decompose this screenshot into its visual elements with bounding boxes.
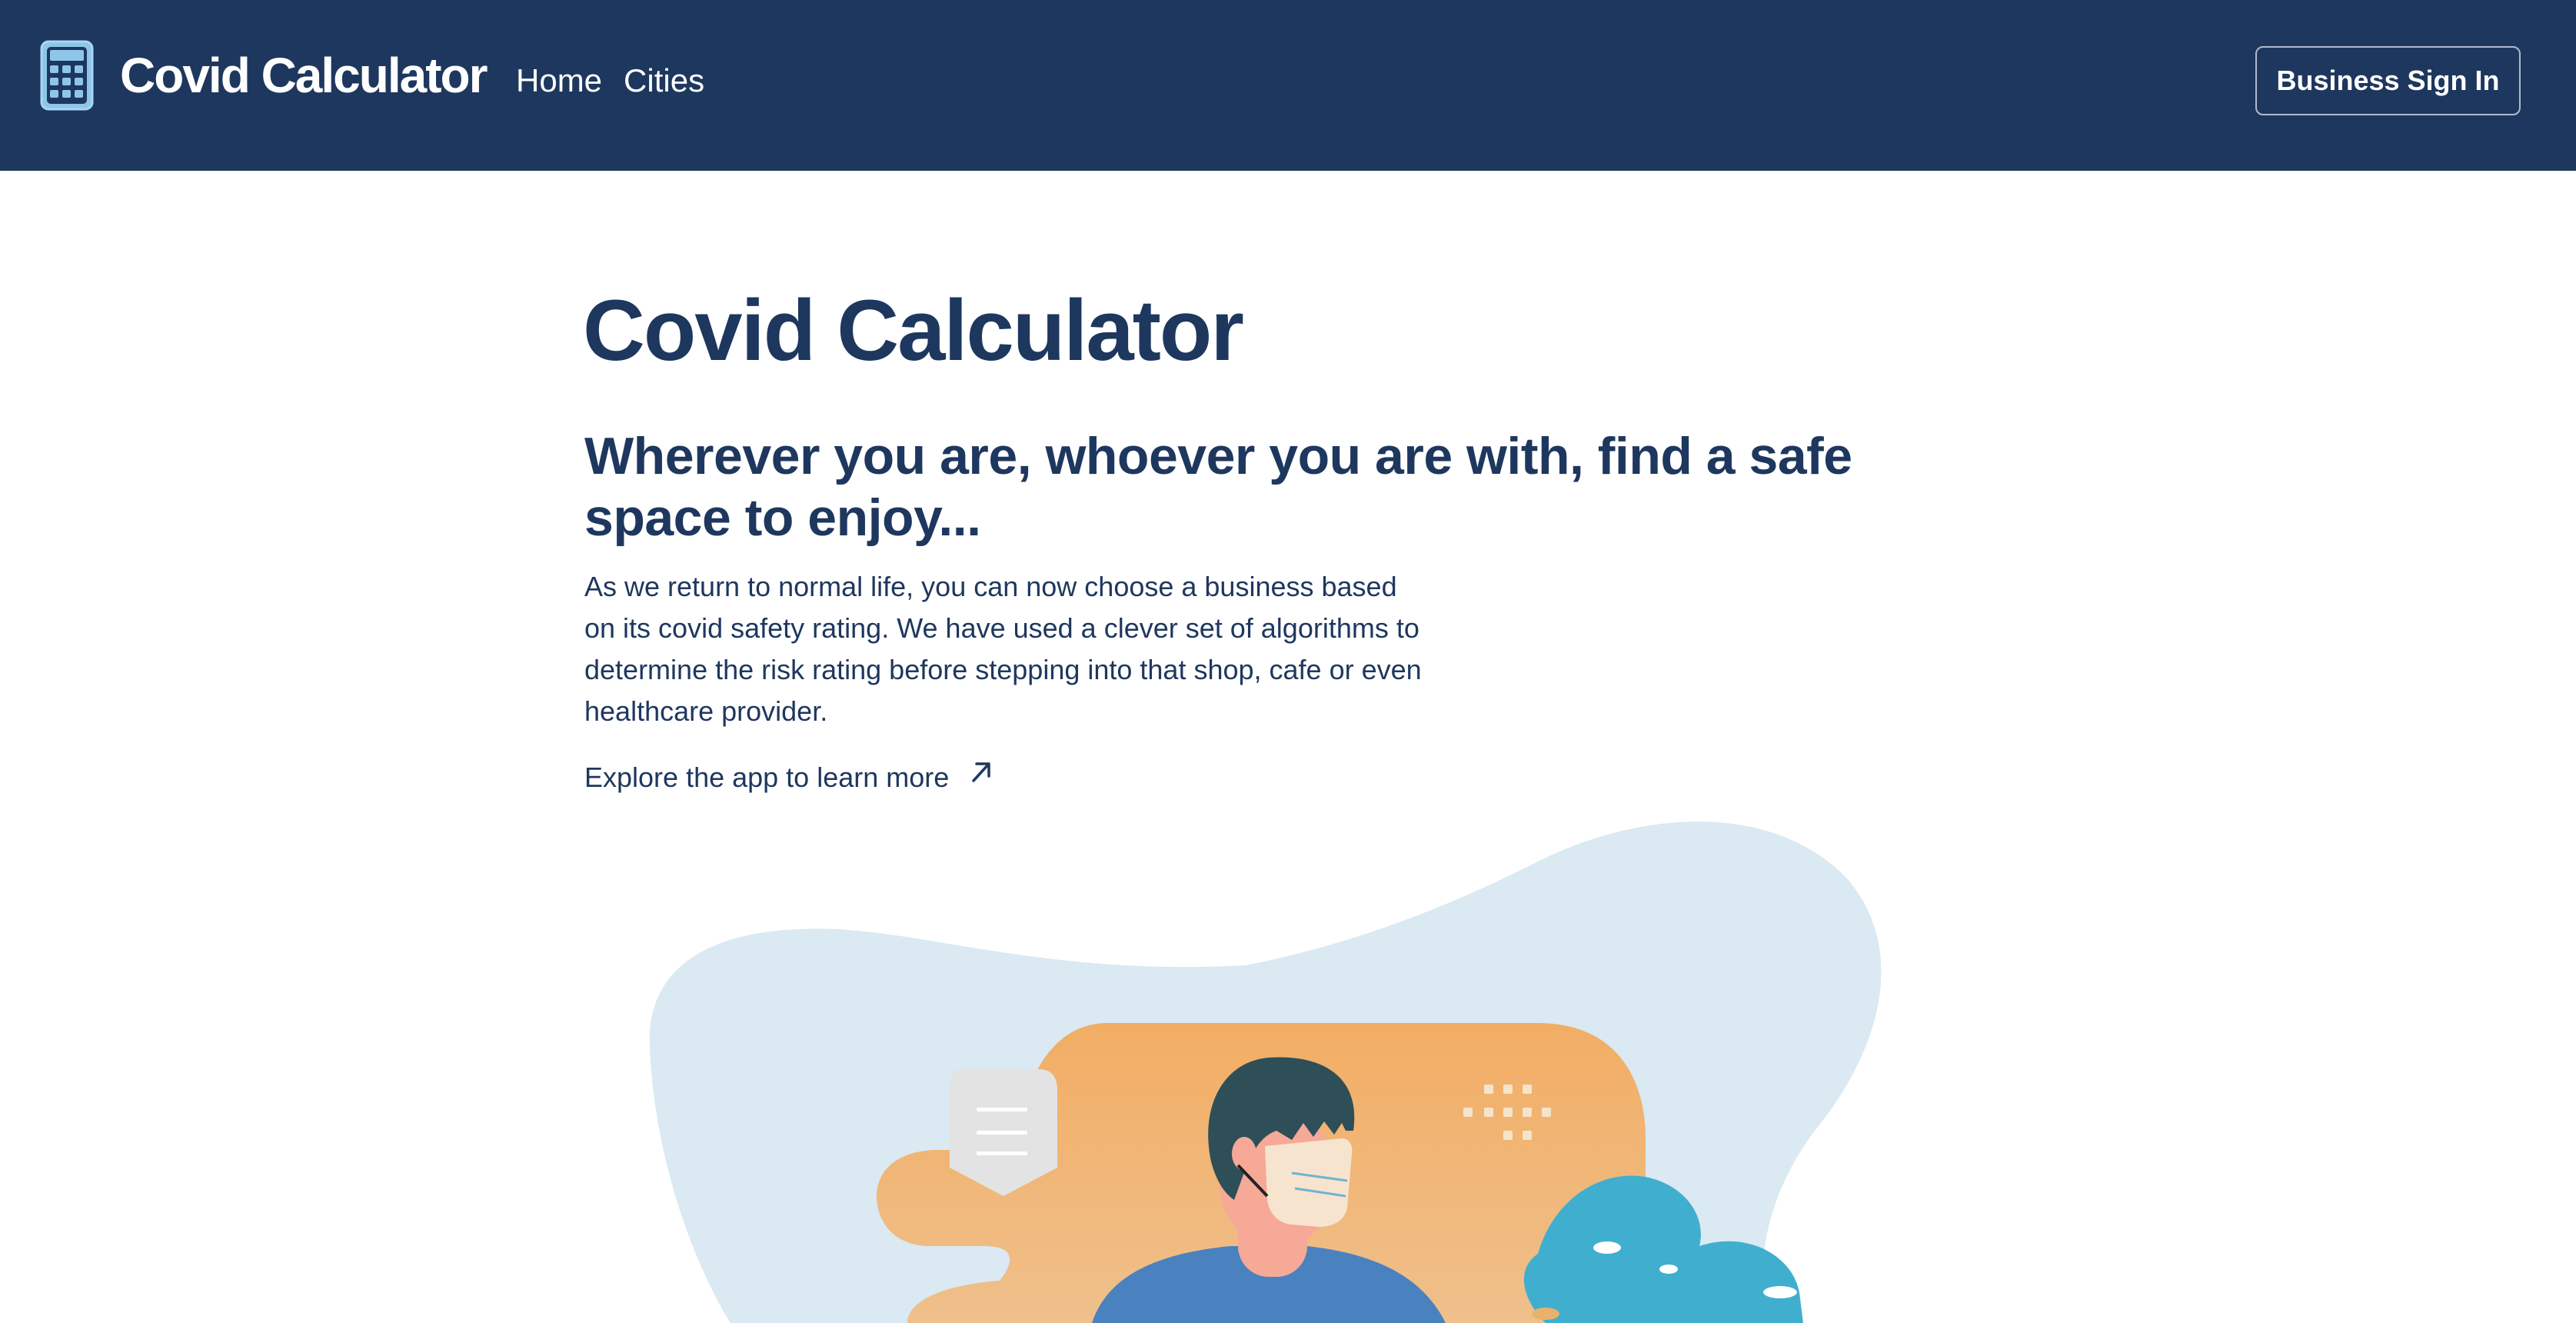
- business-sign-in-button[interactable]: Business Sign In: [2255, 46, 2521, 115]
- top-navbar: Covid Calculator Home Cities Business Si…: [0, 0, 2576, 171]
- nav-link-cities[interactable]: Cities: [619, 58, 709, 104]
- page-title: Covid Calculator: [583, 282, 1244, 378]
- nav-link-home[interactable]: Home: [511, 58, 607, 104]
- masked-person-illustration: [649, 821, 1882, 1323]
- hero-description: As we return to normal life, you can now…: [584, 571, 1422, 727]
- brand-title: Covid Calculator: [120, 48, 488, 103]
- calculator-icon: [40, 40, 94, 111]
- hero-subtitle: Wherever you are, whoever you are with, …: [584, 427, 1852, 547]
- main-nav: Home Cities: [511, 58, 709, 104]
- brand-link[interactable]: Covid Calculator: [40, 40, 488, 111]
